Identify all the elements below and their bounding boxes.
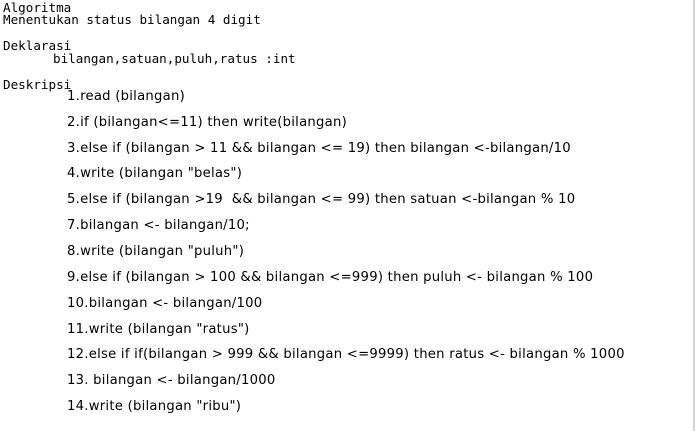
deklarasi-content: bilangan,satuan,puluh,ratus :int (53, 51, 296, 66)
step-line: 8.write (bilangan "puluh") (67, 244, 245, 259)
step-line: 12.else if if(bilangan > 999 && bilangan… (67, 347, 625, 362)
step-line: 13. bilangan <- bilangan/1000 (67, 373, 276, 388)
step-line: 11.write (bilangan "ratus") (67, 322, 250, 337)
step-line: 3.else if (bilangan > 11 && bilangan <= … (67, 141, 571, 156)
document-page: Algoritma Menentukan status bilangan 4 d… (0, 0, 695, 431)
step-line: 5.else if (bilangan >19 && bilangan <= 9… (67, 192, 576, 207)
step-line: 4.write (bilangan "belas") (67, 166, 243, 181)
step-line: 10.bilangan <- bilangan/100 (67, 296, 263, 311)
step-line: 7.bilangan <- bilangan/10; (67, 218, 250, 233)
step-line: 2.if (bilangan<=11) then write(bilangan) (67, 115, 347, 130)
step-line: 14.write (bilangan "ribu") (67, 399, 242, 414)
deskripsi-label: Deskripsi (3, 77, 72, 92)
step-line: 9.else if (bilangan > 100 && bilangan <=… (67, 270, 594, 285)
step-line: 1.read (bilangan) (67, 89, 185, 104)
algorithm-subtitle: Menentukan status bilangan 4 digit (3, 12, 261, 27)
